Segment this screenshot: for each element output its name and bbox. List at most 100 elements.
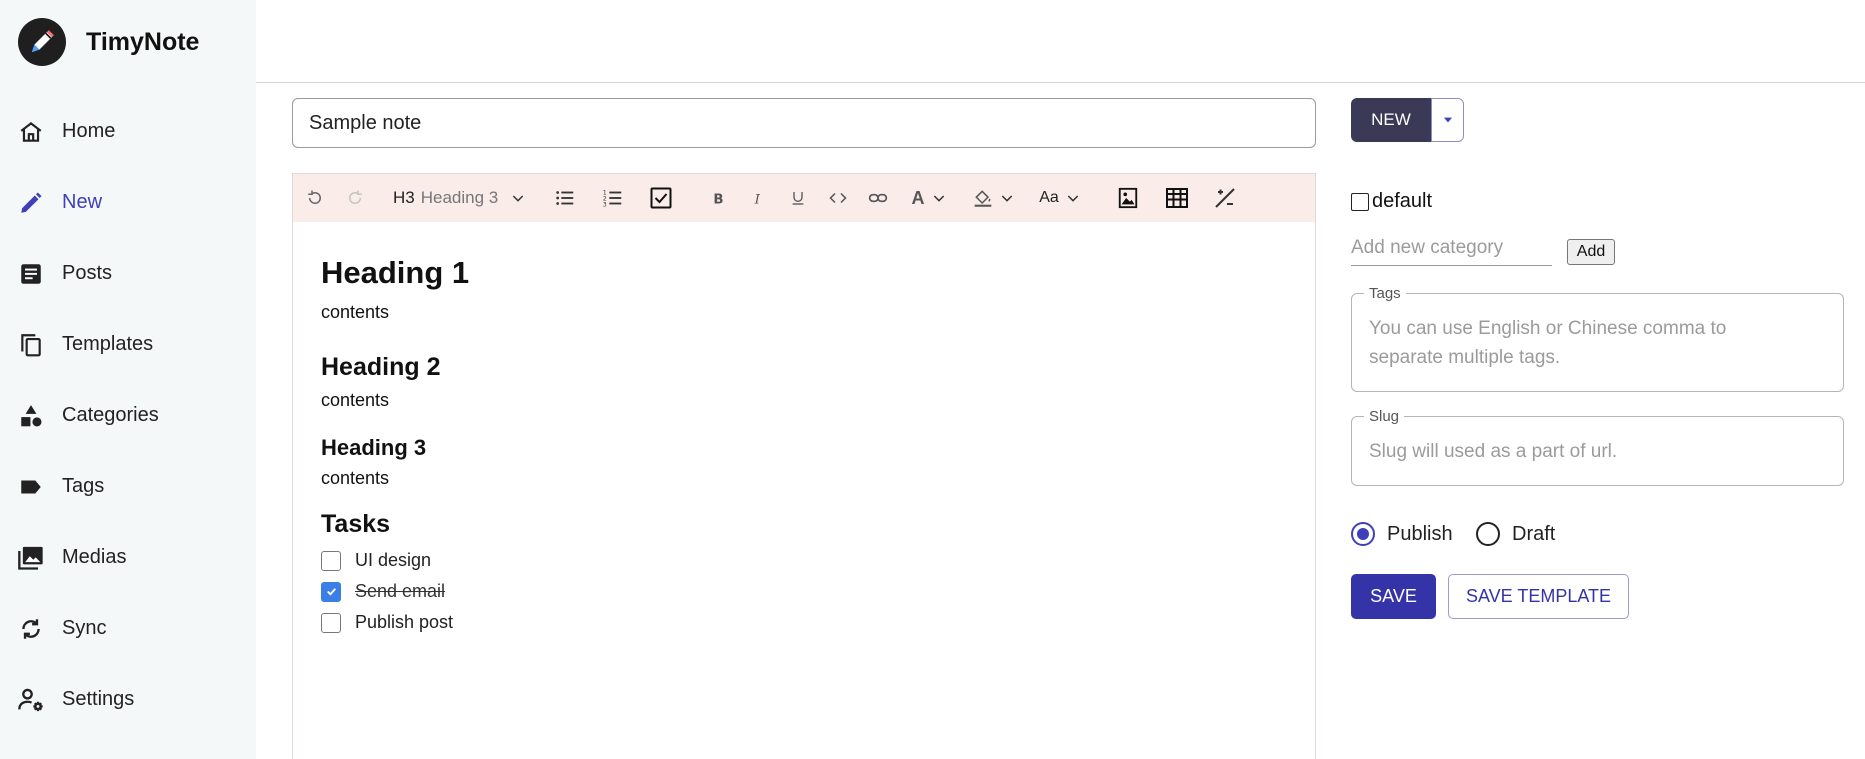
- status-publish-option[interactable]: Publish: [1351, 522, 1453, 546]
- task-item: UI design: [321, 550, 431, 571]
- chevron-down-icon: [1065, 190, 1081, 206]
- category-default[interactable]: default: [1351, 190, 1432, 213]
- table-icon[interactable]: [1161, 174, 1193, 222]
- undo-icon[interactable]: [299, 174, 331, 222]
- bold-icon[interactable]: B: [703, 174, 733, 222]
- tags-field[interactable]: Tags You can use English or Chinese comm…: [1351, 285, 1844, 392]
- font-color-select[interactable]: A: [905, 174, 953, 222]
- category-checkbox[interactable]: [1351, 192, 1369, 211]
- code-icon[interactable]: [823, 174, 853, 222]
- arrow-drop-down-icon: [1443, 117, 1452, 123]
- sync-icon: [16, 614, 46, 644]
- add-category-button[interactable]: Add: [1567, 239, 1615, 265]
- content-paragraph: contents: [321, 302, 390, 322]
- shapes-icon: [16, 401, 46, 431]
- image-icon[interactable]: [1113, 174, 1143, 222]
- sidebar-item-templates[interactable]: Templates: [0, 309, 256, 380]
- sidebar-item-medias[interactable]: Medias: [0, 522, 256, 593]
- sidebar-item-label: New: [62, 191, 103, 213]
- content-heading-3: Heading 3: [321, 435, 427, 460]
- content-paragraph: contents: [321, 390, 390, 410]
- top-app-bar: [256, 0, 1865, 83]
- sidebar-item-label: Tags: [62, 475, 105, 497]
- tags-legend: Tags: [1364, 285, 1406, 302]
- sidebar-item-new[interactable]: New: [0, 167, 256, 238]
- task-label: Publish post: [355, 612, 454, 632]
- sidebar-item-label: Posts: [62, 262, 113, 284]
- pencil-icon: [16, 188, 46, 218]
- sidebar-item-label: Templates: [62, 333, 154, 355]
- svg-text:I: I: [754, 192, 761, 206]
- task-checkbox[interactable]: [321, 550, 341, 571]
- manage-accounts-icon: [16, 685, 46, 715]
- article-icon: [16, 259, 46, 289]
- sidebar-item-categories[interactable]: Categories: [0, 380, 256, 451]
- heading-select[interactable]: H3 Heading 3: [393, 174, 538, 222]
- sidebar-item-home[interactable]: Home: [0, 96, 256, 167]
- bullet-list-icon[interactable]: [549, 174, 581, 222]
- clear-format-icon[interactable]: [1209, 174, 1241, 222]
- status-draft-option[interactable]: Draft: [1476, 522, 1555, 546]
- slug-field[interactable]: Slug Slug will used as a part of url.: [1351, 408, 1844, 486]
- slug-placeholder: Slug will used as a part of url.: [1369, 441, 1618, 462]
- sidebar-item-label: Sync: [62, 617, 107, 639]
- editor-toolbar: H3 Heading 3 123 B I A Aa: [293, 174, 1315, 222]
- content-heading-2: Heading 2: [321, 353, 441, 381]
- redo-icon[interactable]: [339, 174, 371, 222]
- task-checkbox[interactable]: [321, 612, 341, 633]
- check-icon: [326, 588, 336, 596]
- draft-label: Draft: [1512, 522, 1556, 545]
- task-item: Publish post: [321, 612, 453, 633]
- copy-icon: [16, 330, 46, 360]
- category-label: default: [1372, 190, 1433, 212]
- tags-placeholder-line2: separate multiple tags.: [1369, 347, 1561, 368]
- sidebar-item-posts[interactable]: Posts: [0, 238, 256, 309]
- publish-label: Publish: [1387, 522, 1453, 545]
- app-root: TimyNote Home New Posts Templates Catego…: [0, 0, 1865, 759]
- task-checkbox[interactable]: [321, 581, 341, 602]
- photo-library-icon: [16, 543, 46, 573]
- content-paragraph: contents: [321, 468, 390, 488]
- italic-icon[interactable]: I: [743, 174, 773, 222]
- app-name: TimyNote: [86, 27, 200, 56]
- checklist-icon[interactable]: [645, 174, 677, 222]
- label-icon: [16, 472, 46, 502]
- chevron-down-icon: [999, 190, 1015, 206]
- new-category-input[interactable]: [1351, 230, 1552, 266]
- numbered-list-icon[interactable]: 123: [597, 174, 629, 222]
- sidebar-item-settings[interactable]: Settings: [0, 664, 256, 735]
- sidebar-item-label: Settings: [62, 688, 135, 710]
- draft-radio[interactable]: [1476, 522, 1500, 546]
- heading-tag: H3: [393, 188, 415, 207]
- brand[interactable]: TimyNote: [18, 18, 199, 66]
- font-size-select[interactable]: Aa: [1035, 174, 1085, 222]
- sidebar-item-label: Medias: [62, 546, 127, 568]
- content-heading-1: Heading 1: [321, 255, 470, 290]
- save-button[interactable]: SAVE: [1351, 574, 1436, 619]
- sidebar-item-tags[interactable]: Tags: [0, 451, 256, 522]
- sidebar-item-label: Categories: [62, 404, 159, 426]
- new-button[interactable]: NEW: [1351, 98, 1431, 142]
- slug-legend: Slug: [1364, 408, 1405, 425]
- sidebar-item-label: Home: [62, 120, 116, 142]
- underline-icon[interactable]: [783, 174, 813, 222]
- sidebar-item-sync[interactable]: Sync: [0, 593, 256, 664]
- task-label: UI design: [355, 550, 432, 570]
- link-icon[interactable]: [863, 174, 893, 222]
- pen-icon: [18, 18, 66, 66]
- tags-placeholder-line1: You can use English or Chinese comma to: [1369, 318, 1727, 339]
- new-menu-button[interactable]: [1431, 98, 1464, 142]
- home-icon: [16, 117, 46, 147]
- highlight-color-select[interactable]: [969, 174, 1019, 222]
- paint-bucket-icon: [973, 188, 993, 208]
- task-label: Send email: [355, 581, 446, 601]
- publish-radio[interactable]: [1351, 522, 1375, 546]
- note-title-input[interactable]: [292, 98, 1316, 148]
- sidebar: TimyNote Home New Posts Templates Catego…: [0, 0, 256, 759]
- heading-name: Heading 3: [420, 188, 499, 207]
- svg-text:B: B: [713, 192, 723, 206]
- chevron-down-icon: [931, 190, 947, 206]
- save-template-button[interactable]: SAVE TEMPLATE: [1448, 574, 1629, 619]
- rich-text-editor: H3 Heading 3 123 B I A Aa Heading 1 cont…: [292, 173, 1316, 759]
- svg-text:3: 3: [603, 201, 607, 208]
